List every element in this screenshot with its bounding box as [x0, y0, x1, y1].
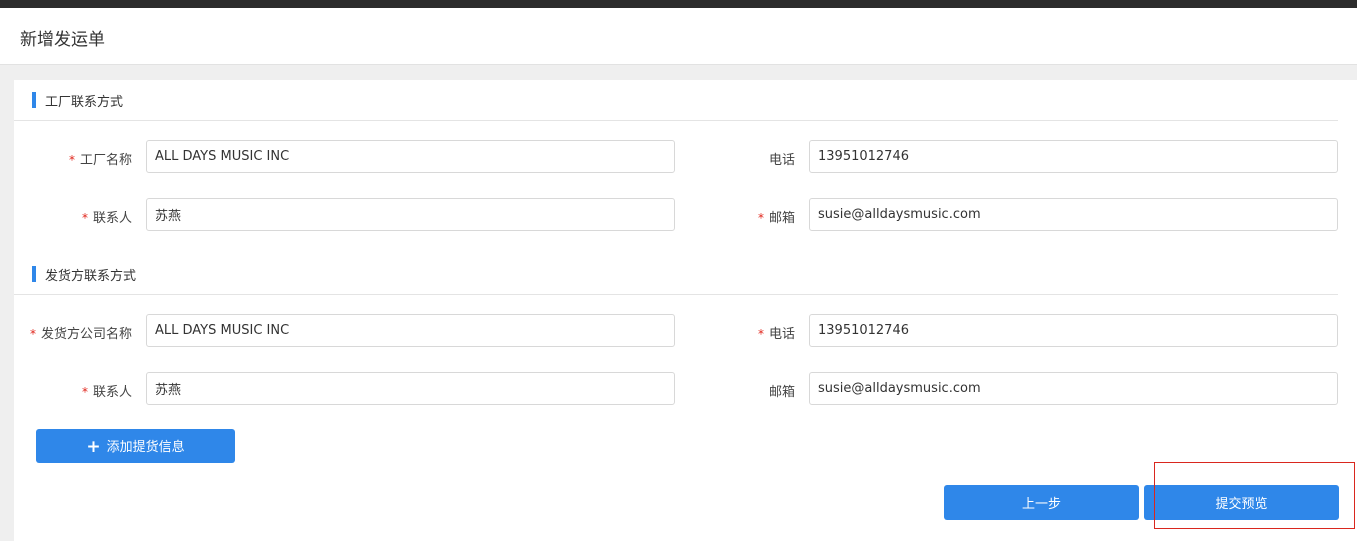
factory-email-input[interactable] [809, 198, 1338, 231]
page-header: 新增发运单 [0, 8, 1357, 65]
form-panel: 工厂联系方式 *工厂名称 电话 *联系人 *邮箱 发货方联系方式 *发货方公司名… [14, 80, 1357, 541]
factory-name-label: * 工厂名称 [68, 153, 132, 168]
section-divider [14, 294, 1338, 295]
factory-phone-label: 电话 [768, 153, 795, 168]
add-pickup-info-label: 添加提货信息 [106, 439, 185, 455]
plus-icon: + [86, 436, 101, 457]
shipper-contact-input[interactable] [146, 372, 675, 405]
section-divider [14, 120, 1338, 121]
required-mark: * [757, 211, 764, 225]
shipper-section-label: 发货方联系方式 [45, 269, 137, 284]
add-pickup-info-button[interactable]: + 添加提货信息 [36, 429, 235, 463]
shipper-phone-label: * 电话 [757, 327, 795, 342]
top-bar [0, 0, 1357, 8]
required-mark: * [81, 385, 88, 399]
submit-preview-button[interactable]: 提交预览 [1144, 485, 1339, 520]
previous-step-button[interactable]: 上一步 [944, 485, 1139, 520]
factory-phone-input[interactable] [809, 140, 1338, 173]
factory-contact-input[interactable] [146, 198, 675, 231]
factory-contact-label: * 联系人 [81, 211, 132, 226]
factory-section-label: 工厂联系方式 [45, 95, 124, 110]
shipper-email-label: 邮箱 [768, 385, 795, 400]
required-mark: * [68, 153, 75, 167]
required-mark: * [29, 327, 36, 341]
section-marker [32, 92, 36, 108]
shipper-company-input[interactable] [146, 314, 675, 347]
shipper-contact-label: * 联系人 [81, 385, 132, 400]
shipper-company-label: * 发货方公司名称 [29, 327, 132, 342]
required-mark: * [757, 327, 764, 341]
section-marker [32, 266, 36, 282]
shipper-phone-input[interactable] [809, 314, 1338, 347]
required-mark: * [81, 211, 88, 225]
factory-section-title: 工厂联系方式 [32, 91, 124, 110]
page-title: 新增发运单 [20, 30, 105, 50]
shipper-section-title: 发货方联系方式 [32, 265, 137, 284]
shipper-email-input[interactable] [809, 372, 1338, 405]
factory-name-input[interactable] [146, 140, 675, 173]
factory-email-label: * 邮箱 [757, 211, 795, 226]
